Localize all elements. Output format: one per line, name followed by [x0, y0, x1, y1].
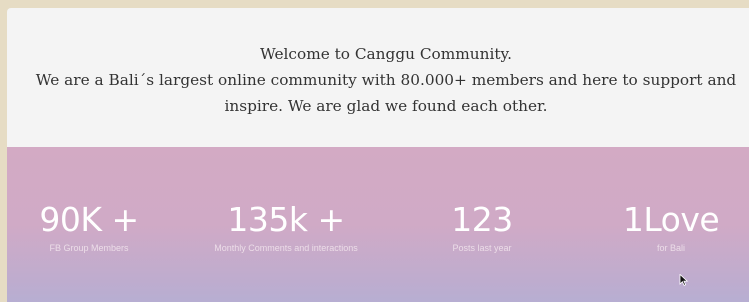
stat-label: Monthly Comments and interactions	[214, 243, 358, 253]
stat-value: 90K +	[39, 200, 139, 239]
stat-value: 123	[451, 200, 513, 239]
stats-section: 90K + FB Group Members 135k + Monthly Co…	[7, 147, 749, 302]
welcome-line-2: We are a Bali´s largest online community…	[35, 71, 737, 89]
stat-label: for Bali	[656, 243, 685, 253]
stat-posts-last-year: 123 Posts last year	[422, 200, 542, 254]
welcome-section: Welcome to Canggu Community. We are a Ba…	[7, 8, 749, 147]
stat-fb-group-members: 90K + FB Group Members	[17, 200, 161, 254]
page-frame: Welcome to Canggu Community. We are a Ba…	[0, 0, 749, 302]
stat-love-for-bali: 1Love for Bali	[608, 200, 734, 254]
stat-value: 135k +	[227, 200, 345, 239]
welcome-line-3: inspire. We are glad we found each other…	[224, 97, 548, 115]
stat-value: 1Love	[622, 200, 720, 239]
welcome-message: Welcome to Canggu Community. We are a Ba…	[7, 41, 749, 119]
stat-label: Posts last year	[452, 243, 512, 253]
stat-label: FB Group Members	[49, 243, 129, 253]
welcome-title: Welcome to Canggu Community.	[260, 45, 512, 63]
mouse-pointer-icon	[679, 274, 689, 286]
stat-monthly-comments: 135k + Monthly Comments and interactions	[199, 200, 373, 254]
